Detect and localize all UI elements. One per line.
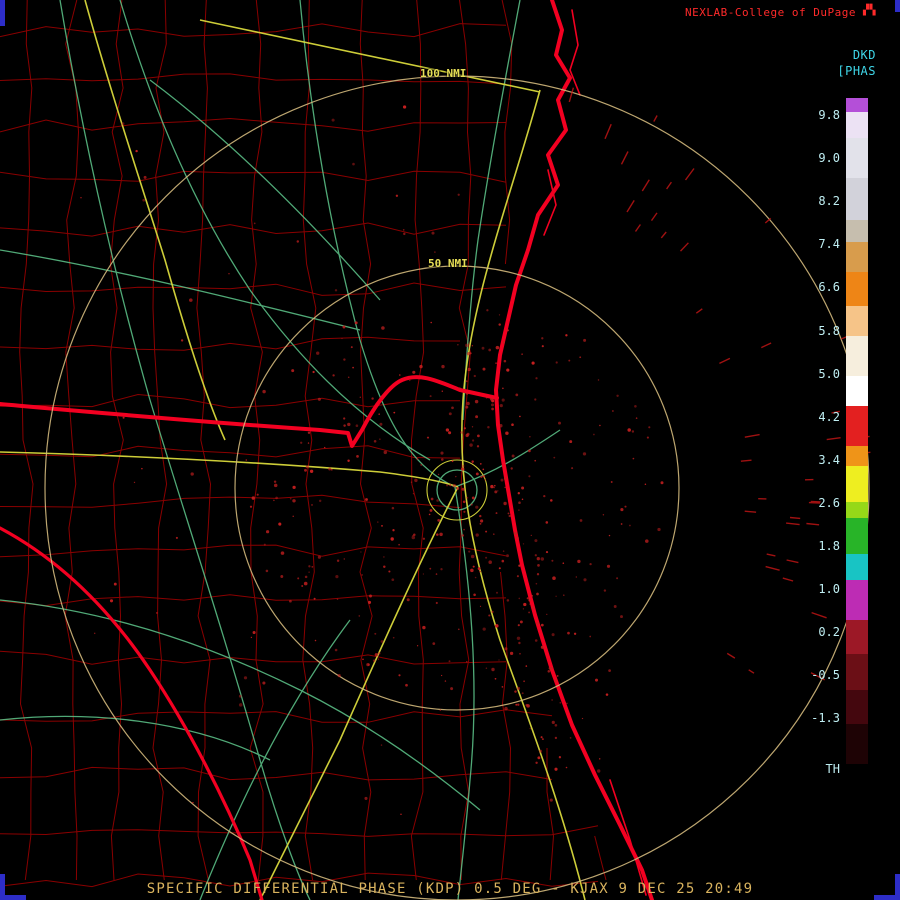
- color-scale-segment: [846, 242, 868, 272]
- color-scale-segment: [846, 764, 868, 790]
- color-scale-segment: [846, 306, 868, 336]
- colorbar-tick-label: 9.8: [818, 108, 840, 122]
- colorbar-tick-label: 8.2: [818, 194, 840, 209]
- color-scale-segment: [846, 620, 868, 654]
- color-scale-segment: [846, 406, 868, 446]
- color-scale-segment: [846, 138, 868, 178]
- colorbar-tick-label: 7.4: [818, 237, 840, 252]
- colorbar-tick-label: 5.8: [818, 323, 840, 338]
- color-scale-segment: [846, 724, 868, 764]
- inner-range-ring-label: 50 NMI: [428, 257, 468, 270]
- color-scale-segment: [846, 112, 868, 138]
- outer-range-ring-label: 100 NMI: [420, 67, 467, 80]
- coastline: [0, 0, 654, 900]
- colorbar-tick-label: 2.6: [818, 495, 840, 510]
- primary-roads: [0, 0, 586, 900]
- color-scale-segment: [846, 654, 868, 690]
- color-scale-segment: [846, 466, 868, 502]
- attribution-text: NEXLAB-College of DuPage: [685, 6, 856, 19]
- colorbar-tick-label: 9.0: [818, 151, 840, 166]
- color-scale-segment: [846, 446, 868, 466]
- radar-viewer: 100 NMI 50 NMI NEXLAB-College of DuPage …: [0, 0, 900, 900]
- colorbar-tick-label: 4.2: [818, 409, 840, 424]
- color-scale-segment: [846, 580, 868, 620]
- color-scale-segment: [846, 178, 868, 220]
- product-code-label: DKD: [852, 48, 876, 62]
- radar-echo-speckles: [80, 105, 664, 816]
- color-scale-segment: [846, 220, 868, 242]
- color-scale-unit-label: TH: [825, 762, 840, 776]
- radar-map: [0, 0, 871, 900]
- colorbar-tick-label: 1.8: [818, 539, 840, 553]
- color-scale-segment: [846, 376, 868, 406]
- color-scale-segment: [846, 554, 868, 580]
- product-units-label: [PHAS: [837, 64, 876, 78]
- attribution-icon: ▞▚: [862, 5, 876, 16]
- corner-mark-bottom-left-h: [0, 895, 26, 900]
- colorbar-tick-label: 3.4: [818, 452, 840, 467]
- corner-mark-top-left: [0, 0, 5, 26]
- color-scale-segment: [846, 502, 868, 518]
- county-boundaries: [0, 0, 607, 888]
- color-scale-bar: [846, 98, 868, 790]
- color-scale-segment: [846, 98, 868, 112]
- colorbar-tick-label: 0.2: [818, 625, 840, 640]
- corner-mark-bottom-right-h: [874, 895, 900, 900]
- colorbar-tick-label: -0.5: [811, 668, 840, 683]
- colorbar-tick-label: 5.0: [818, 366, 840, 381]
- colorbar-tick-label: -1.3: [811, 711, 840, 726]
- secondary-roads: [0, 0, 561, 900]
- color-scale-segment: [846, 518, 868, 554]
- colorbar-tick-label: 1.0: [818, 582, 840, 597]
- color-scale-segment: [846, 690, 868, 724]
- color-scale-segment: [846, 336, 868, 376]
- corner-mark-top-right: [895, 0, 900, 12]
- product-status-bar: SPECIFIC DIFFERENTIAL PHASE (KDP) 0.5 DE…: [146, 881, 754, 897]
- colorbar-tick-label: 6.6: [818, 280, 840, 295]
- color-scale-segment: [846, 272, 868, 306]
